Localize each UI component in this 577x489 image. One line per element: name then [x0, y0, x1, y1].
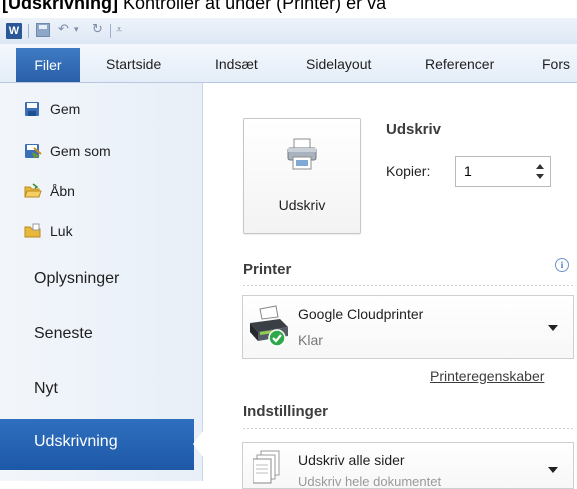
printer-properties-link[interactable]: Printeregenskaber	[430, 368, 544, 384]
caption-rest: Kontroller at under (Printer) er va	[118, 0, 387, 13]
printer-name: Google Cloudprinter	[298, 306, 424, 322]
tab-page-layout[interactable]: Sidelayout	[306, 56, 371, 72]
increment-arrow-icon[interactable]	[536, 164, 544, 169]
print-button-label: Udskriv	[278, 197, 326, 213]
folder-open-icon	[24, 183, 42, 199]
section-divider	[243, 428, 573, 429]
printer-icon	[287, 138, 317, 170]
settings-heading: Indstillinger	[243, 403, 329, 420]
save-icon	[24, 101, 42, 117]
command-save-label: Gem	[50, 101, 81, 117]
caption-bold: [Udskrivning]	[2, 0, 119, 13]
toolbar-separator	[110, 24, 111, 38]
save-as-icon	[24, 143, 42, 159]
copies-stepper[interactable]: 1	[455, 156, 551, 187]
info-icon[interactable]: i	[555, 258, 569, 272]
customize-toolbar-icon[interactable]: ⩡	[116, 23, 130, 37]
save-icon[interactable]	[36, 23, 50, 37]
nav-info[interactable]: Oplysninger	[34, 270, 119, 288]
tab-references[interactable]: Referencer	[425, 56, 494, 72]
ribbon-tab-bar: Filer Startside Indsæt Sidelayout Refere…	[0, 44, 577, 83]
section-divider	[243, 285, 573, 286]
printer-dropdown[interactable]: Google Cloudprinter Klar	[242, 295, 574, 359]
caption-text: [Udskrivning] Kontroller at under (Print…	[2, 0, 386, 14]
copies-label: Kopier:	[386, 163, 431, 179]
print-range-description: Udskriv hele dokumentet	[298, 474, 442, 489]
printer-ready-icon	[250, 305, 288, 347]
selection-pointer-icon	[193, 431, 203, 457]
print-title: Udskriv	[386, 121, 442, 138]
print-range-dropdown[interactable]: Udskriv alle sider Udskriv hele dokument…	[242, 442, 574, 489]
toolbar-separator	[28, 24, 29, 38]
command-save[interactable]: Gem	[24, 98, 80, 120]
redo-icon[interactable]: ↻	[92, 23, 106, 37]
tab-file[interactable]: Filer	[16, 48, 80, 82]
decrement-arrow-icon[interactable]	[536, 174, 544, 179]
copies-value[interactable]: 1	[464, 163, 472, 179]
print-button[interactable]: Udskriv	[243, 118, 361, 234]
command-open[interactable]: Åbn	[24, 180, 75, 202]
tab-insert[interactable]: Indsæt	[215, 56, 258, 72]
printer-heading: Printer	[243, 261, 292, 278]
undo-dropdown-icon[interactable]: ▾	[74, 23, 88, 37]
word-app-icon[interactable]: W	[6, 23, 22, 39]
quick-access-toolbar: W ↶ ▾ ↻ ⩡	[0, 18, 577, 45]
folder-close-icon	[24, 223, 42, 239]
tab-mailings[interactable]: Fors	[542, 56, 570, 72]
instruction-caption: [Udskrivning] Kontroller at under (Print…	[0, 0, 577, 18]
chevron-down-icon	[548, 467, 558, 473]
nav-recent[interactable]: Seneste	[34, 325, 93, 343]
undo-icon[interactable]: ↶	[58, 23, 72, 37]
nav-print[interactable]: Udskrivning	[34, 433, 118, 451]
command-close[interactable]: Luk	[24, 220, 73, 242]
pages-icon	[253, 450, 280, 484]
nav-new[interactable]: Nyt	[34, 380, 58, 398]
command-close-label: Luk	[50, 223, 73, 239]
command-save-as-label: Gem som	[50, 143, 111, 159]
print-range-label: Udskriv alle sider	[298, 452, 405, 468]
command-open-label: Åbn	[50, 183, 75, 199]
tab-home[interactable]: Startside	[106, 56, 161, 72]
command-save-as[interactable]: Gem som	[24, 140, 111, 162]
chevron-down-icon	[548, 325, 558, 331]
printer-status: Klar	[298, 332, 323, 348]
